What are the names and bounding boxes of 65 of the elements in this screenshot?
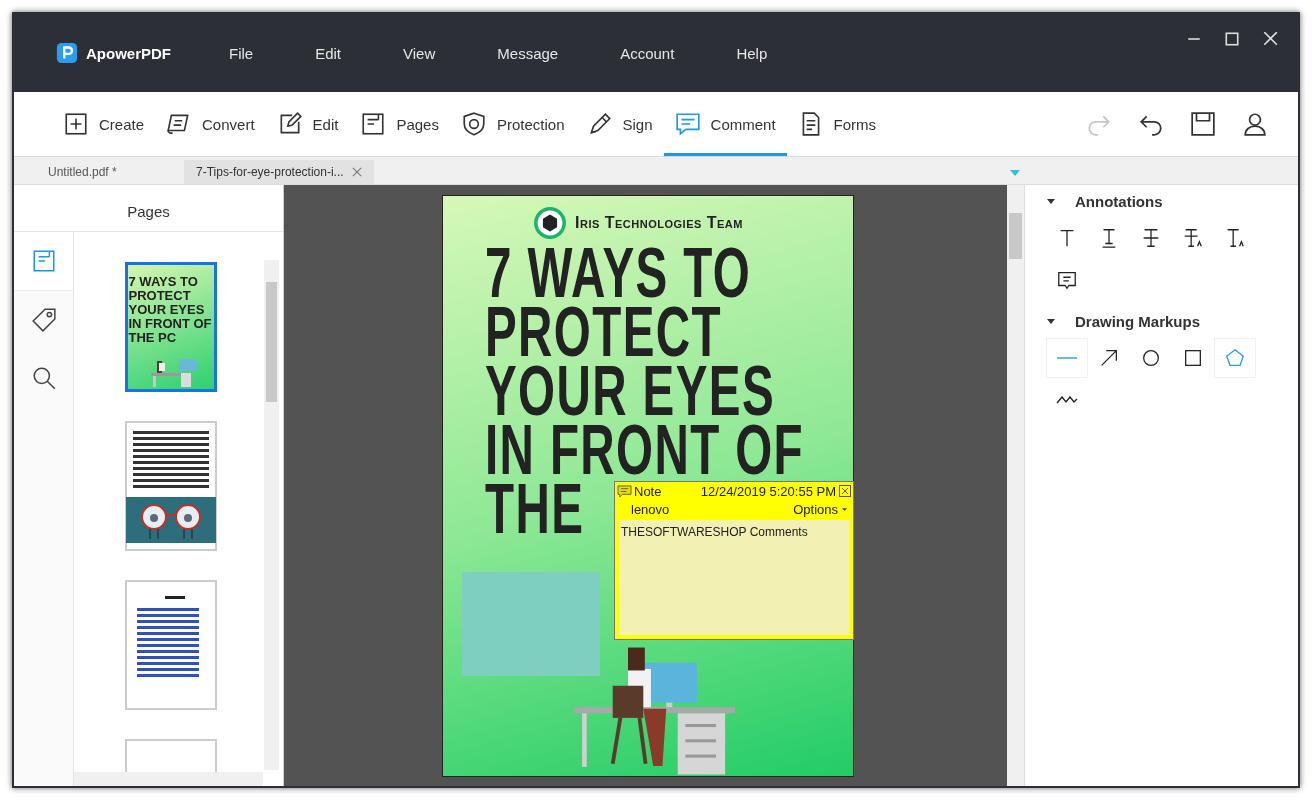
tab-label[interactable]: 7-Tips-for-eye-protection-i...: [196, 165, 344, 179]
page-title-line: PROTECT: [485, 303, 722, 362]
close-button[interactable]: [839, 485, 851, 497]
collapse-caret-icon[interactable]: [1047, 318, 1055, 324]
brand-name: Iris Technologies Team: [575, 214, 743, 232]
page-thumbnail[interactable]: [124, 421, 217, 551]
shield-icon: [460, 111, 487, 137]
line-icon: [1056, 357, 1078, 359]
tag-icon: [30, 307, 57, 333]
page-title-line: IN FRONT OF: [485, 421, 805, 480]
toolbar-button[interactable]: Convert: [155, 92, 266, 156]
sidebar-tab[interactable]: [14, 232, 73, 291]
menu-item[interactable]: Edit: [293, 44, 364, 62]
toolbar-button[interactable]: Sign: [575, 92, 664, 156]
pentagon-icon: [1224, 347, 1246, 369]
thumbnail-title: 7 WAYS TO PROTECT YOUR EYES IN FRONT OF THE PC: [128, 275, 213, 345]
note-text: THESOFTWARESHOP Comments: [621, 525, 808, 539]
close-icon[interactable]: [352, 167, 362, 177]
scrollbar[interactable]: [1007, 185, 1024, 786]
caret-icon: [842, 507, 847, 511]
page-thumbnail[interactable]: 7 WAYS TO PROTECT YOUR EYES IN FRONT OF THE PC: [124, 262, 217, 392]
scrollbar[interactable]: [74, 772, 263, 786]
note-date: 12/24/2019 5:20:55 PM: [700, 483, 836, 499]
options-button[interactable]: Options: [793, 501, 847, 517]
menu-item[interactable]: Help: [714, 44, 790, 62]
save-icon: [1190, 111, 1216, 137]
aperture-logo-icon: [533, 206, 567, 240]
sticky-note[interactable]: Note 12/24/2019 5:20:55 PM lenovo Options THESOFTWARESHOP Comments: [614, 481, 854, 640]
note-label: Note: [634, 483, 662, 499]
square-icon: [1182, 347, 1204, 369]
note-icon: [1056, 269, 1078, 291]
document-tab[interactable]: Untitled.pdf *: [14, 160, 184, 184]
page-title-line: 7 WAYS TO: [485, 244, 752, 303]
toolbar-button[interactable]: Edit: [265, 92, 350, 156]
app-name: ApowerPDF: [86, 44, 171, 62]
toolbar-button[interactable]: Create: [52, 92, 156, 156]
menu-item[interactable]: Message: [475, 44, 581, 62]
comment-icon: [617, 484, 632, 498]
user-icon: [1242, 111, 1268, 137]
section-title: Drawing Markups: [1075, 312, 1201, 330]
polyline-icon: [1056, 396, 1078, 404]
comment-icon: [674, 111, 701, 137]
app-logo-icon: [56, 42, 78, 64]
maximize-button[interactable]: [1224, 32, 1240, 46]
tab-label[interactable]: Untitled.pdf *: [48, 165, 117, 179]
menu-item[interactable]: File: [207, 44, 276, 62]
toolbar-button[interactable]: Pages: [349, 92, 450, 156]
document-tab[interactable]: 7-Tips-for-eye-protection-i...: [184, 160, 374, 184]
circle-icon: [1140, 347, 1162, 369]
create-icon: [63, 111, 89, 137]
scrollbar[interactable]: [264, 260, 279, 770]
toolbar-button[interactable]: Protection: [449, 92, 576, 156]
pages-icon: [360, 111, 387, 137]
section-title: Annotations: [1075, 192, 1163, 210]
page-thumbnail[interactable]: [124, 580, 217, 710]
page-title-line: YOUR EYES: [485, 362, 775, 421]
note-author: lenovo: [631, 501, 670, 517]
page-title-line: THE: [485, 480, 585, 539]
note-text-area[interactable]: THESOFTWARESHOP Comments: [619, 520, 849, 635]
toolbar-button[interactable]: Forms: [786, 92, 888, 156]
pages-icon: [30, 248, 57, 274]
collapse-caret-icon[interactable]: [1047, 198, 1055, 204]
menu-item[interactable]: Account: [598, 44, 697, 62]
replace-text-icon: [1182, 227, 1204, 249]
menu-item[interactable]: View: [381, 44, 458, 62]
